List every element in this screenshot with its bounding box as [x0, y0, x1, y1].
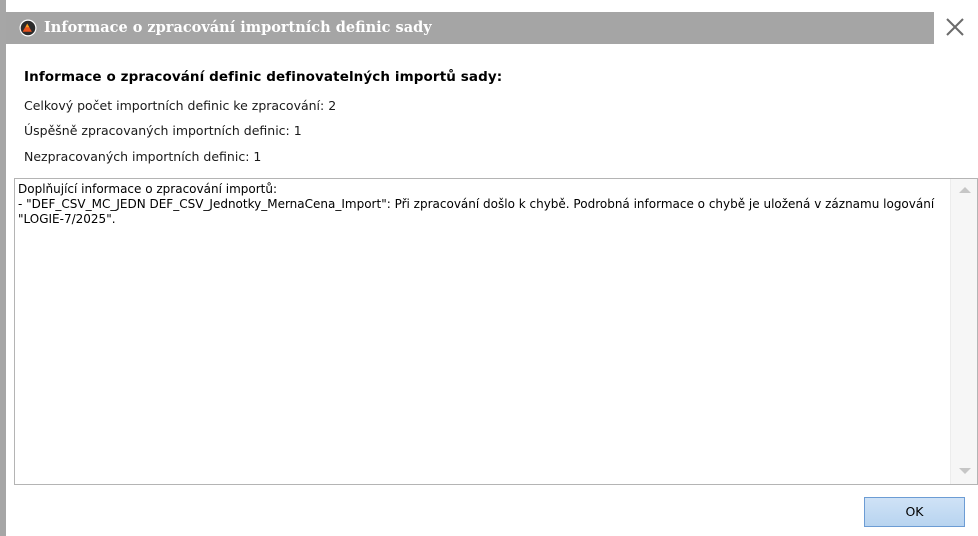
failed-count-line: Nezpracovaných importních definic: 1	[24, 149, 262, 164]
title-bar[interactable]: Informace o zpracování importních defini…	[6, 0, 978, 58]
success-count-line: Úspěšně zpracovaných importních definic:…	[24, 123, 302, 138]
app-logo-icon	[19, 19, 37, 37]
content-heading: Informace o zpracování definic definovat…	[24, 69, 503, 85]
ok-button[interactable]: OK	[864, 497, 965, 527]
scroll-up-arrow-icon[interactable]	[959, 187, 971, 193]
window-left-edge	[0, 0, 6, 536]
details-text: Doplňující informace o zpracování import…	[18, 182, 935, 226]
vertical-scrollbar[interactable]	[950, 179, 977, 484]
close-icon	[946, 18, 964, 36]
window-title: Informace o zpracování importních defini…	[44, 19, 432, 36]
scroll-down-arrow-icon[interactable]	[959, 468, 971, 474]
close-button[interactable]	[940, 12, 970, 42]
import-info-dialog: Informace o zpracování importních defini…	[0, 0, 978, 536]
details-textarea[interactable]: Doplňující informace o zpracování import…	[14, 178, 978, 485]
total-count-line: Celkový počet importních definic ke zpra…	[24, 98, 337, 113]
